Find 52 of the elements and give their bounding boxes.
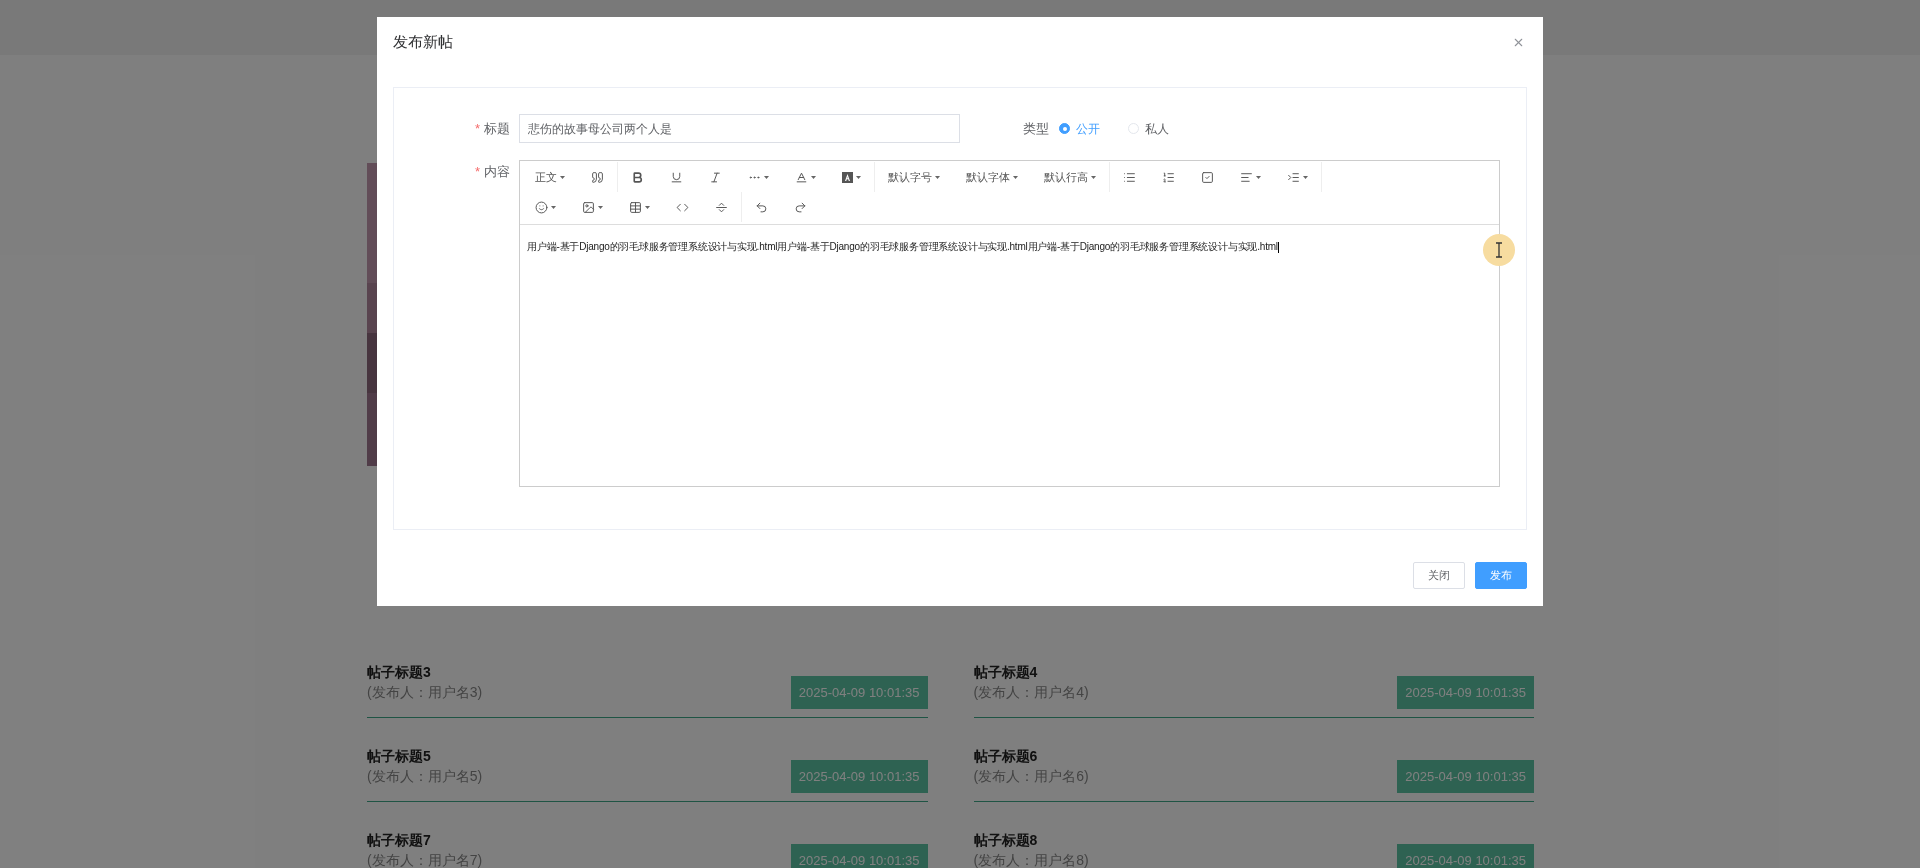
underline-icon — [670, 170, 683, 184]
post-title[interactable]: 帖子标题5 — [367, 746, 483, 766]
post-time: 2025-04-09 10:01:35 — [1397, 844, 1534, 868]
post-time: 2025-04-09 10:01:35 — [790, 760, 928, 793]
toolbar-button[interactable]: 默认字号 — [875, 162, 953, 192]
font-color-icon — [795, 170, 808, 184]
smile-icon — [535, 200, 548, 214]
post-title[interactable]: 帖子标题4 — [973, 662, 1089, 682]
post-time: 2025-04-09 10:01:35 — [790, 844, 928, 868]
checkbox-icon — [1201, 170, 1214, 184]
toolbar-button[interactable]: 正文 — [522, 162, 578, 192]
required-mark: * — [474, 119, 480, 138]
redo-icon — [794, 200, 807, 214]
bold-icon — [631, 170, 644, 184]
dialog-title: 发布新帖 — [393, 31, 453, 52]
post-author: (发布人：用户名3) — [367, 683, 483, 702]
post-author: (发布人：用户名5) — [367, 767, 483, 786]
editor-text[interactable]: 用户端-基于Django的羽毛球服务管理系统设计与实现.html用户端-基于Django的羽毛球服务管理系统设计与实现.html用户端-基于Django的羽毛球服务管理系统设计与实现.html — [527, 239, 1492, 255]
radio-button[interactable] — [1059, 123, 1070, 134]
post-title[interactable]: 帖子标题6 — [973, 746, 1089, 766]
post-title[interactable]: 帖子标题8 — [973, 830, 1089, 850]
title-input[interactable]: 悲伤的故事母公司两个人是 — [519, 114, 960, 143]
field-label: 标题 — [484, 119, 510, 138]
post-title[interactable]: 帖子标题3 — [367, 662, 483, 682]
field-label: 内容 — [484, 163, 510, 181]
radio-label[interactable]: 私人 — [1145, 119, 1169, 138]
text-caret — [1277, 241, 1279, 253]
bullet-list-icon — [1123, 170, 1136, 184]
quote-icon — [591, 170, 604, 184]
toolbar-button[interactable]: 默认行高 — [1031, 162, 1109, 192]
post-author: (发布人：用户名4) — [973, 683, 1089, 702]
image-icon — [582, 200, 595, 214]
required-mark: * — [474, 163, 480, 181]
italic-icon — [709, 170, 722, 184]
post-author: (发布人：用户名6) — [973, 767, 1089, 786]
indent-icon — [1287, 170, 1300, 184]
undo-icon — [755, 200, 768, 214]
post-author: (发布人：用户名7) — [367, 851, 483, 868]
field-label: 类型 — [1023, 119, 1049, 138]
divider-icon — [715, 200, 728, 214]
numbered-list-icon — [1162, 170, 1175, 184]
post-title[interactable]: 帖子标题7 — [367, 830, 483, 850]
cursor-highlight-icon — [1482, 233, 1516, 267]
align-left-icon — [1240, 170, 1253, 184]
close-button[interactable]: 关闭 — [1413, 562, 1465, 589]
post-time: 2025-04-09 10:01:35 — [1397, 760, 1534, 793]
toolbar-button[interactable]: 默认字体 — [953, 162, 1031, 192]
post-time: 2025-04-09 10:01:35 — [1397, 676, 1534, 709]
highlight-icon — [842, 171, 853, 183]
table-icon — [629, 200, 642, 214]
post-time: 2025-04-09 10:01:35 — [790, 676, 928, 709]
post-author: (发布人：用户名8) — [973, 851, 1089, 868]
